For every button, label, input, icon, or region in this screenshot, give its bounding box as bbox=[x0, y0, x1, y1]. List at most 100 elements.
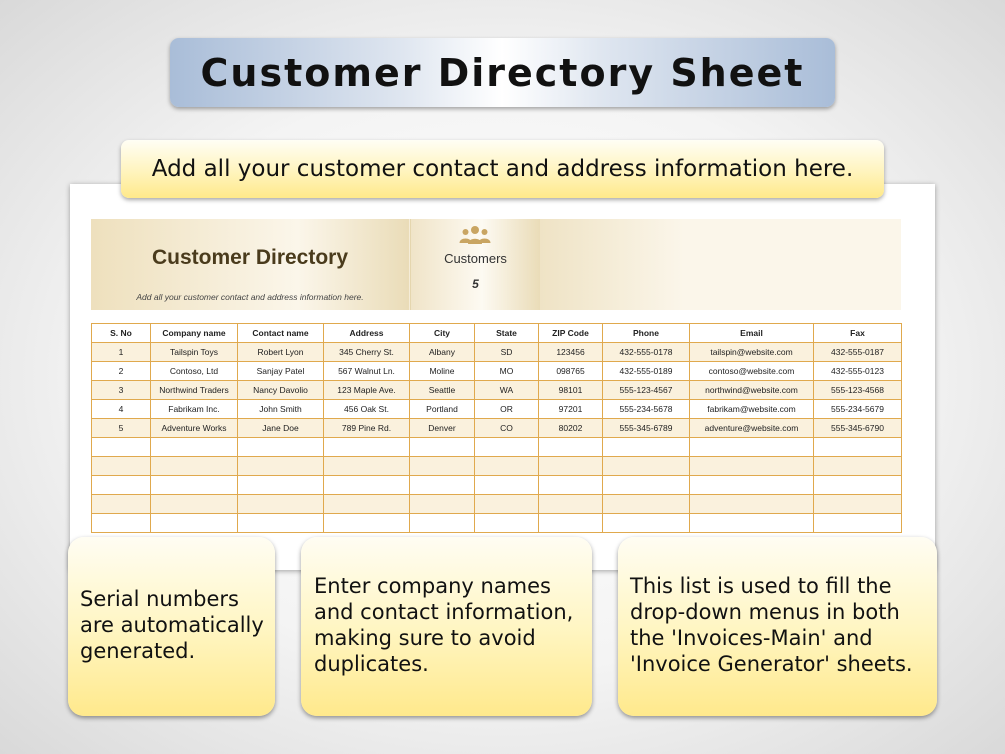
table-cell[interactable] bbox=[323, 475, 410, 495]
table-cell[interactable] bbox=[237, 437, 324, 457]
table-cell[interactable] bbox=[602, 456, 690, 476]
table-cell[interactable]: tailspin@website.com bbox=[689, 342, 814, 362]
column-header[interactable]: City bbox=[409, 323, 475, 343]
column-header[interactable]: Email bbox=[689, 323, 814, 343]
column-header[interactable]: Fax bbox=[813, 323, 902, 343]
table-cell[interactable] bbox=[237, 456, 324, 476]
table-cell[interactable] bbox=[813, 456, 902, 476]
table-cell[interactable]: 432-555-0123 bbox=[813, 361, 902, 381]
table-cell[interactable] bbox=[323, 456, 410, 476]
table-cell[interactable] bbox=[150, 494, 238, 514]
table-cell[interactable] bbox=[91, 437, 151, 457]
table-cell[interactable]: 432-555-0187 bbox=[813, 342, 902, 362]
table-cell[interactable]: WA bbox=[474, 380, 539, 400]
table-cell[interactable] bbox=[409, 456, 475, 476]
directory-title-cell[interactable]: Customer Directory Add all your customer… bbox=[91, 219, 409, 310]
table-cell[interactable] bbox=[689, 475, 814, 495]
table-cell[interactable] bbox=[91, 513, 151, 533]
table-cell[interactable] bbox=[409, 475, 475, 495]
table-cell[interactable]: 555-345-6790 bbox=[813, 418, 902, 438]
table-cell[interactable] bbox=[91, 475, 151, 495]
table-cell[interactable]: Tailspin Toys bbox=[150, 342, 238, 362]
table-cell[interactable] bbox=[602, 437, 690, 457]
table-cell[interactable] bbox=[474, 494, 539, 514]
customer-count-cell[interactable]: Customers 5 bbox=[410, 219, 541, 310]
table-cell[interactable] bbox=[813, 475, 902, 495]
table-cell[interactable]: Jane Doe bbox=[237, 418, 324, 438]
table-cell[interactable] bbox=[409, 494, 475, 514]
table-cell[interactable] bbox=[813, 437, 902, 457]
table-cell[interactable]: SD bbox=[474, 342, 539, 362]
table-cell[interactable] bbox=[538, 494, 603, 514]
table-cell[interactable] bbox=[237, 494, 324, 514]
table-cell[interactable]: Albany bbox=[409, 342, 475, 362]
table-cell[interactable]: northwind@website.com bbox=[689, 380, 814, 400]
table-cell[interactable]: Portland bbox=[409, 399, 475, 419]
table-cell[interactable] bbox=[689, 456, 814, 476]
column-header[interactable]: Contact name bbox=[237, 323, 324, 343]
table-cell[interactable]: MO bbox=[474, 361, 539, 381]
table-cell[interactable]: Moline bbox=[409, 361, 475, 381]
table-cell[interactable]: 3 bbox=[91, 380, 151, 400]
table-cell[interactable]: contoso@website.com bbox=[689, 361, 814, 381]
table-cell[interactable]: Adventure Works bbox=[150, 418, 238, 438]
table-cell[interactable]: 555-123-4567 bbox=[602, 380, 690, 400]
column-header[interactable]: ZIP Code bbox=[538, 323, 603, 343]
table-cell[interactable] bbox=[474, 437, 539, 457]
table-cell[interactable]: 2 bbox=[91, 361, 151, 381]
table-cell[interactable] bbox=[538, 475, 603, 495]
table-cell[interactable] bbox=[91, 494, 151, 514]
table-cell[interactable] bbox=[602, 513, 690, 533]
table-cell[interactable]: 555-345-6789 bbox=[602, 418, 690, 438]
table-cell[interactable]: John Smith bbox=[237, 399, 324, 419]
table-cell[interactable]: Sanjay Patel bbox=[237, 361, 324, 381]
table-cell[interactable]: 80202 bbox=[538, 418, 603, 438]
table-cell[interactable] bbox=[150, 437, 238, 457]
column-header[interactable]: Address bbox=[323, 323, 410, 343]
table-cell[interactable] bbox=[237, 475, 324, 495]
table-cell[interactable] bbox=[409, 513, 475, 533]
table-cell[interactable]: Denver bbox=[409, 418, 475, 438]
table-cell[interactable]: 432-555-0189 bbox=[602, 361, 690, 381]
table-cell[interactable]: Contoso, Ltd bbox=[150, 361, 238, 381]
table-cell[interactable]: Fabrikam Inc. bbox=[150, 399, 238, 419]
table-cell[interactable] bbox=[323, 513, 410, 533]
table-cell[interactable]: 555-234-5679 bbox=[813, 399, 902, 419]
table-cell[interactable]: adventure@website.com bbox=[689, 418, 814, 438]
table-cell[interactable]: 555-234-5678 bbox=[602, 399, 690, 419]
table-cell[interactable] bbox=[323, 437, 410, 457]
table-cell[interactable]: 432-555-0178 bbox=[602, 342, 690, 362]
table-cell[interactable] bbox=[538, 513, 603, 533]
table-cell[interactable] bbox=[150, 513, 238, 533]
table-cell[interactable]: 456 Oak St. bbox=[323, 399, 410, 419]
table-cell[interactable]: 555-123-4568 bbox=[813, 380, 902, 400]
table-cell[interactable] bbox=[538, 456, 603, 476]
table-cell[interactable] bbox=[91, 456, 151, 476]
table-cell[interactable]: 123 Maple Ave. bbox=[323, 380, 410, 400]
table-cell[interactable]: CO bbox=[474, 418, 539, 438]
column-header[interactable]: S. No bbox=[91, 323, 151, 343]
table-cell[interactable]: 345 Cherry St. bbox=[323, 342, 410, 362]
table-cell[interactable]: Northwind Traders bbox=[150, 380, 238, 400]
table-cell[interactable] bbox=[409, 437, 475, 457]
table-cell[interactable]: 4 bbox=[91, 399, 151, 419]
column-header[interactable]: Company name bbox=[150, 323, 238, 343]
column-header[interactable]: State bbox=[474, 323, 539, 343]
table-cell[interactable] bbox=[237, 513, 324, 533]
table-cell[interactable]: Seattle bbox=[409, 380, 475, 400]
table-cell[interactable] bbox=[689, 437, 814, 457]
table-cell[interactable] bbox=[602, 494, 690, 514]
table-cell[interactable]: 1 bbox=[91, 342, 151, 362]
table-cell[interactable]: Robert Lyon bbox=[237, 342, 324, 362]
table-cell[interactable]: 098765 bbox=[538, 361, 603, 381]
column-header[interactable]: Phone bbox=[602, 323, 690, 343]
table-cell[interactable]: 789 Pine Rd. bbox=[323, 418, 410, 438]
table-cell[interactable]: 5 bbox=[91, 418, 151, 438]
table-cell[interactable] bbox=[150, 475, 238, 495]
table-cell[interactable]: 123456 bbox=[538, 342, 603, 362]
table-cell[interactable] bbox=[813, 494, 902, 514]
table-cell[interactable]: OR bbox=[474, 399, 539, 419]
table-cell[interactable] bbox=[150, 456, 238, 476]
table-cell[interactable] bbox=[689, 513, 814, 533]
table-cell[interactable] bbox=[474, 513, 539, 533]
